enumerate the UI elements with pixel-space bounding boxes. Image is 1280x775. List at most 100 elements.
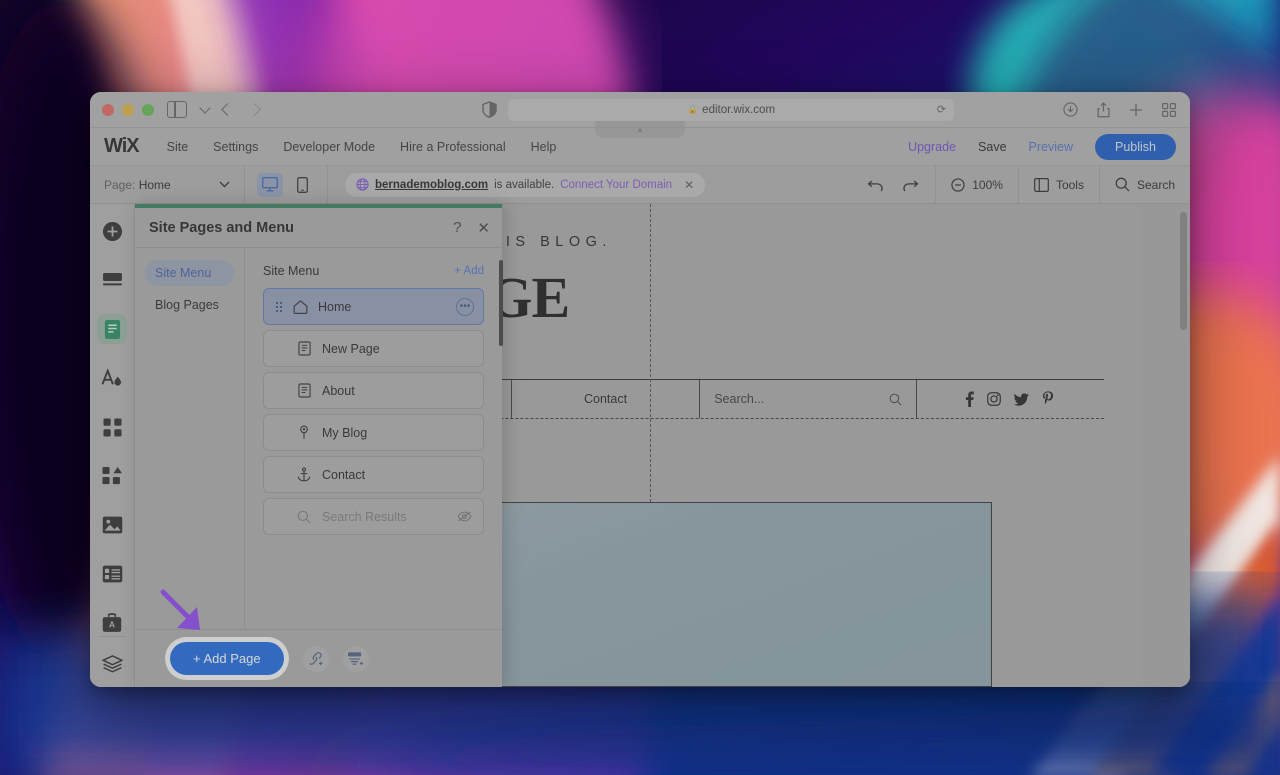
desktop-view-icon[interactable]: [257, 172, 283, 197]
add-section-icon[interactable]: [97, 265, 127, 295]
safari-toolbar-right: [1063, 101, 1176, 118]
wix-top-menu-bar: ^ WiX Site Settings Developer Mode Hire …: [90, 121, 1190, 166]
connect-domain-link[interactable]: Connect Your Domain: [560, 179, 672, 191]
search-button[interactable]: Search: [1098, 166, 1190, 203]
close-icon[interactable]: ✕: [477, 219, 490, 237]
page-row-home[interactable]: Home •••: [263, 288, 484, 325]
menu-item-hire-a-professional[interactable]: Hire a Professional: [400, 140, 506, 154]
close-window-button[interactable]: [102, 103, 114, 116]
menu-item-settings[interactable]: Settings: [213, 140, 258, 154]
app-market-icon[interactable]: [97, 461, 127, 491]
business-icon[interactable]: A: [97, 608, 127, 638]
apps-icon[interactable]: [97, 412, 127, 442]
forward-arrow-icon[interactable]: [248, 103, 261, 116]
twitter-icon[interactable]: [1014, 392, 1030, 406]
panel-tabs: Site Menu Blog Pages: [135, 248, 245, 629]
facebook-icon[interactable]: [965, 391, 975, 407]
rail-divider: [98, 636, 126, 637]
undo-redo-group: [851, 166, 935, 203]
page-row-new-page[interactable]: New Page: [263, 330, 484, 367]
domain-notice: bernademoblog.com is available. Connect …: [345, 172, 706, 197]
hidden-eye-icon[interactable]: [457, 511, 472, 522]
site-social-bar: [915, 380, 1104, 418]
undo-icon[interactable]: [867, 178, 884, 192]
tab-blog-pages[interactable]: Blog Pages: [145, 292, 234, 318]
save-button[interactable]: Save: [978, 140, 1007, 154]
chevron-down-icon[interactable]: [199, 101, 211, 114]
site-pages-icon[interactable]: [97, 314, 127, 344]
instagram-icon[interactable]: [987, 392, 1002, 406]
search-icon[interactable]: [889, 393, 902, 406]
menu-item-developer-mode[interactable]: Developer Mode: [283, 140, 375, 154]
page-row-about[interactable]: About: [263, 372, 484, 409]
chevron-down-icon[interactable]: [219, 181, 230, 188]
media-icon[interactable]: [97, 510, 127, 540]
add-menu-item-button[interactable]: + Add: [454, 265, 484, 277]
address-bar[interactable]: 🔒 editor.wix.com ⟳: [508, 98, 954, 121]
page-row-search-results[interactable]: Search Results: [263, 498, 484, 535]
window-traffic-lights[interactable]: [102, 103, 154, 116]
site-pages-and-menu-panel: Site Pages and Menu ? ✕ Site Menu Blog P…: [135, 204, 503, 687]
site-search-field[interactable]: Search...: [699, 380, 915, 418]
zoom-level: 100%: [972, 177, 1003, 192]
back-arrow-icon[interactable]: [221, 103, 234, 116]
tab-overview-icon[interactable]: [1162, 102, 1176, 117]
blog-icon: [296, 425, 312, 440]
site-nav-item-contact[interactable]: Contact: [510, 380, 699, 418]
zoom-control[interactable]: 100%: [935, 166, 1018, 203]
page-row-contact[interactable]: Contact: [263, 456, 484, 493]
mobile-view-icon[interactable]: [289, 173, 315, 197]
upgrade-button[interactable]: Upgrade: [908, 140, 956, 154]
domain-name[interactable]: bernademoblog.com: [375, 179, 488, 191]
search-icon: [1115, 177, 1130, 192]
add-page-button[interactable]: + Add Page: [170, 642, 284, 675]
panel-page-list: Site Menu + Add Home ••• New Page About …: [245, 248, 502, 629]
tools-button[interactable]: Tools: [1017, 166, 1099, 203]
help-icon[interactable]: ?: [453, 219, 461, 236]
site-design-icon[interactable]: [97, 363, 127, 393]
menu-item-site[interactable]: Site: [167, 140, 189, 154]
page-label-new-page: New Page: [322, 341, 380, 356]
page-selector-value: Home: [138, 177, 171, 192]
wix-menu: Site Settings Developer Mode Hire a Prof…: [167, 140, 557, 154]
purple-arrow-annotation: [160, 589, 200, 630]
panel-header-actions: ? ✕: [453, 219, 490, 237]
page-label-my-blog: My Blog: [322, 425, 368, 440]
plus-icon[interactable]: [1129, 103, 1143, 117]
canvas-scrollbar[interactable]: [1180, 212, 1187, 679]
panel-footer: + Add Page: [135, 589, 502, 687]
page-label-about: About: [322, 383, 355, 398]
preview-button[interactable]: Preview: [1029, 140, 1073, 154]
privacy-shield-icon[interactable]: [482, 101, 497, 118]
more-options-icon[interactable]: •••: [456, 297, 474, 316]
reload-icon[interactable]: ⟳: [937, 103, 946, 116]
page-selector[interactable]: Page: Home: [90, 166, 245, 203]
sidebar-toggle-icon[interactable]: [167, 101, 187, 118]
zoom-window-button[interactable]: [142, 103, 154, 116]
tools-label: Tools: [1055, 177, 1084, 192]
wix-logo[interactable]: WiX: [104, 135, 140, 158]
tab-site-menu[interactable]: Site Menu: [145, 260, 234, 286]
layers-icon[interactable]: [90, 643, 134, 673]
canvas-scrollbar-thumb[interactable]: [1180, 212, 1187, 330]
add-link-icon[interactable]: [302, 645, 329, 672]
redo-icon[interactable]: [902, 178, 919, 192]
add-elements-icon[interactable]: [97, 216, 127, 246]
share-icon[interactable]: [1097, 101, 1110, 118]
drag-handle-icon[interactable]: [276, 301, 282, 312]
pinterest-icon[interactable]: [1042, 391, 1055, 407]
collapse-toolbar-handle[interactable]: ^: [595, 121, 685, 138]
page-row-my-blog[interactable]: My Blog: [263, 414, 484, 451]
add-dropdown-icon[interactable]: [342, 645, 369, 672]
menu-item-help[interactable]: Help: [531, 140, 557, 154]
cms-icon[interactable]: [97, 559, 127, 589]
zoom-out-icon[interactable]: [951, 177, 965, 192]
tools-panel-icon: [1034, 177, 1049, 192]
viewport-toggles: [245, 166, 328, 203]
publish-button[interactable]: Publish: [1095, 133, 1176, 160]
downloads-icon[interactable]: [1063, 102, 1078, 117]
browser-window: 🔒 editor.wix.com ⟳ ^ WiX Site Settings D…: [90, 92, 1190, 687]
domain-message: is available.: [494, 178, 555, 191]
minimize-window-button[interactable]: [122, 103, 134, 116]
close-icon[interactable]: ✕: [684, 178, 694, 192]
